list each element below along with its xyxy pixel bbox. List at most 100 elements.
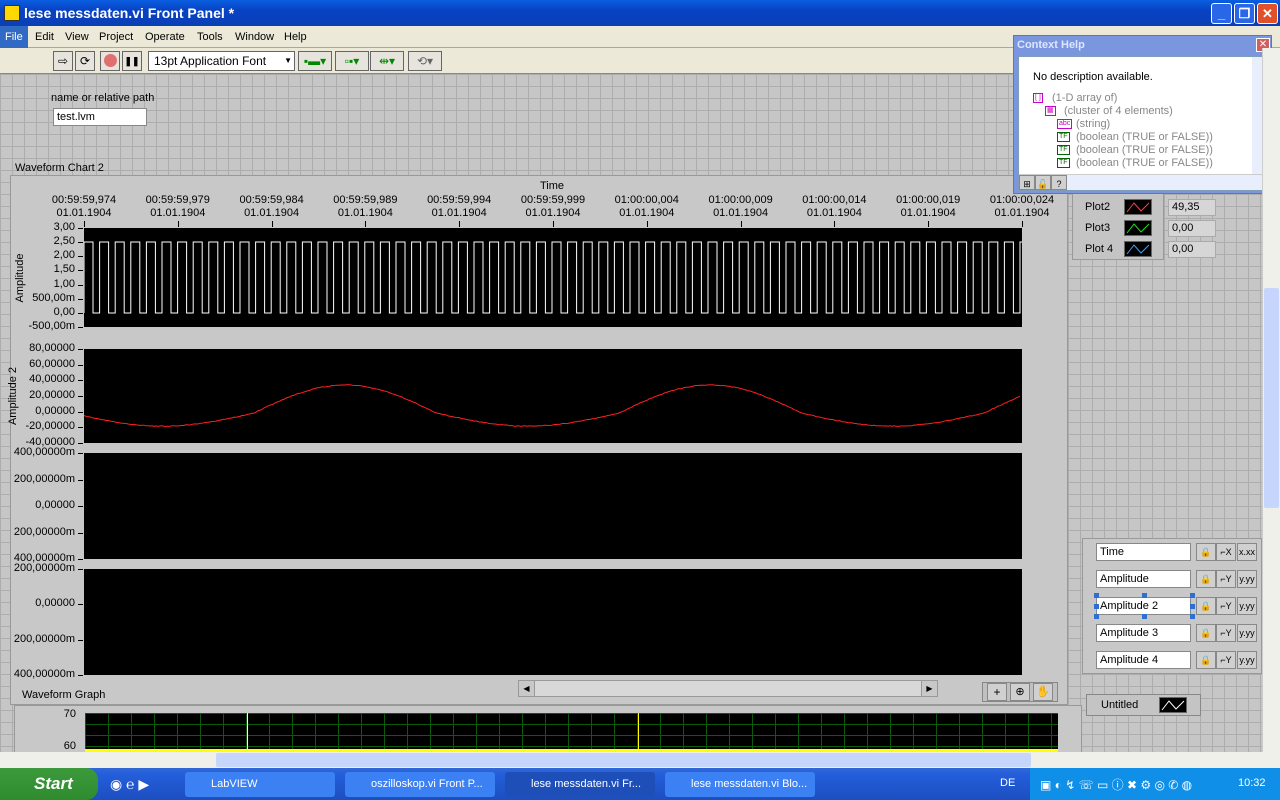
- scale-name-field[interactable]: Amplitude 3: [1096, 624, 1191, 642]
- path-input[interactable]: test.lvm: [53, 108, 147, 126]
- selection-handle: [1094, 593, 1099, 598]
- y-tick-mark: [78, 533, 83, 534]
- graph-cursor[interactable]: [247, 713, 248, 753]
- language-indicator[interactable]: DE: [1000, 777, 1015, 789]
- horizontal-scrollbar[interactable]: [0, 752, 1280, 768]
- x-tick-mark: [365, 221, 366, 227]
- quick-launch-icons[interactable]: ◉ ℮ ▶: [110, 776, 149, 793]
- scale-name-field[interactable]: Amplitude 4: [1096, 651, 1191, 669]
- help-icon[interactable]: ?: [1051, 175, 1067, 190]
- y-tick-label: 3,00: [5, 221, 75, 233]
- scale-lock-icon[interactable]: 🔒: [1196, 543, 1216, 561]
- start-button[interactable]: Start: [0, 768, 98, 800]
- menu-help[interactable]: Help: [279, 26, 312, 48]
- y-tick-label: 400,00000m: [5, 668, 75, 680]
- align-objects-button[interactable]: ▪▬▾: [298, 51, 332, 71]
- selection-handle: [1142, 593, 1147, 598]
- menu-edit[interactable]: Edit: [30, 26, 59, 48]
- menu-operate[interactable]: Operate: [140, 26, 190, 48]
- plot-value: 0,00: [1168, 241, 1216, 258]
- close-button[interactable]: ✕: [1257, 3, 1278, 24]
- run-button[interactable]: ⇨: [53, 51, 73, 71]
- scroll-left-button[interactable]: ◀: [519, 681, 535, 696]
- unlock-icon[interactable]: 🔓: [1035, 175, 1051, 190]
- y-tick-label: 2,50: [5, 235, 75, 247]
- lock-icon[interactable]: ⊞: [1019, 175, 1035, 190]
- autoscale-x-icon[interactable]: ⌐X: [1216, 543, 1236, 561]
- chart-scrollbar[interactable]: ◀ ▶: [518, 680, 938, 697]
- menu-view[interactable]: View: [60, 26, 94, 48]
- type-icon: ▦: [1045, 106, 1056, 116]
- menu-file[interactable]: File: [0, 26, 28, 48]
- minimize-button[interactable]: _: [1211, 3, 1232, 24]
- plot-swatch[interactable]: [1124, 241, 1152, 257]
- horizontal-scroll-thumb[interactable]: [216, 753, 1031, 767]
- x-tick-date: 01.01.1904: [227, 207, 317, 220]
- vertical-scroll-thumb[interactable]: [1264, 288, 1279, 508]
- task-oszilloskop[interactable]: oszilloskop.vi Front P...: [345, 772, 495, 797]
- plot-legend-name: Plot2: [1085, 201, 1110, 213]
- x-tick-mark: [553, 221, 554, 227]
- plot-swatch[interactable]: [1159, 697, 1187, 713]
- scale-lock-icon[interactable]: 🔒: [1196, 570, 1216, 588]
- format-button[interactable]: x.xx: [1237, 543, 1257, 561]
- x-tick-label: 00:59:59,979: [133, 194, 223, 207]
- abort-button[interactable]: [100, 51, 120, 71]
- menu-tools[interactable]: Tools: [192, 26, 228, 48]
- plot-area-4[interactable]: [84, 569, 1022, 675]
- plot-swatch[interactable]: [1124, 220, 1152, 236]
- graph-ytick: 70: [6, 708, 76, 720]
- plot-area-1[interactable]: [84, 228, 1022, 327]
- graph-palette: + ⊕ ✋: [982, 682, 1058, 702]
- graph-cursor[interactable]: [638, 713, 639, 753]
- format-button[interactable]: y.yy: [1237, 624, 1257, 642]
- task-lese-front[interactable]: lese messdaten.vi Fr...: [505, 772, 655, 797]
- distribute-objects-button[interactable]: ▫▪▾: [335, 51, 369, 71]
- x-tick-mark: [741, 221, 742, 227]
- tray-icons[interactable]: ▣ ◐ ↯ ☏ ▭ ⓘ ✖ ⚙ ◎ ✆ ◍: [1040, 776, 1192, 793]
- reorder-button[interactable]: ⟲▾: [408, 51, 442, 71]
- vertical-scrollbar[interactable]: [1262, 48, 1280, 752]
- graph-plot-area[interactable]: [85, 713, 1058, 753]
- font-select[interactable]: 13pt Application Font ▼: [148, 51, 295, 71]
- pan-tool-icon[interactable]: ✋: [1033, 683, 1053, 701]
- plot-area-3[interactable]: [84, 453, 1022, 559]
- scale-name-field[interactable]: Time: [1096, 543, 1191, 561]
- scroll-right-button[interactable]: ▶: [921, 681, 937, 696]
- format-button[interactable]: y.yy: [1237, 570, 1257, 588]
- selection-handle: [1190, 593, 1195, 598]
- plot-area-2[interactable]: [84, 349, 1022, 443]
- pause-button[interactable]: ❚❚: [122, 51, 142, 71]
- x-tick-date: 01.01.1904: [883, 207, 973, 220]
- plot-trace-1: [84, 242, 1022, 313]
- plot-swatch[interactable]: [1124, 199, 1152, 215]
- format-button[interactable]: y.yy: [1237, 597, 1257, 615]
- menu-window[interactable]: Window: [230, 26, 279, 48]
- autoscale-y-icon[interactable]: ⌐Y: [1216, 570, 1236, 588]
- format-button[interactable]: y.yy: [1237, 651, 1257, 669]
- task-lese-block[interactable]: lese messdaten.vi Blo...: [665, 772, 815, 797]
- scale-lock-icon[interactable]: 🔒: [1196, 624, 1216, 642]
- zoom-tool-icon[interactable]: ⊕: [1010, 683, 1030, 701]
- y-tick-mark: [78, 285, 83, 286]
- x-tick-mark: [1022, 221, 1023, 227]
- cursor-tool-icon[interactable]: +: [987, 683, 1007, 701]
- autoscale-y-icon[interactable]: ⌐Y: [1216, 597, 1236, 615]
- scale-lock-icon[interactable]: 🔒: [1196, 651, 1216, 669]
- x-tick-label: 00:59:59,994: [414, 194, 504, 207]
- autoscale-y-icon[interactable]: ⌐Y: [1216, 624, 1236, 642]
- y-tick-mark: [78, 349, 83, 350]
- plot-value: 49,35: [1168, 199, 1216, 216]
- run-continuously-button[interactable]: ⟳: [75, 51, 95, 71]
- resize-objects-button[interactable]: ⇹▾: [370, 51, 404, 71]
- scale-lock-icon[interactable]: 🔒: [1196, 597, 1216, 615]
- maximize-button[interactable]: ❐: [1234, 3, 1255, 24]
- scale-name-field[interactable]: Amplitude: [1096, 570, 1191, 588]
- scale-name-field[interactable]: Amplitude 2: [1096, 597, 1191, 615]
- task-labview[interactable]: LabVIEW: [185, 772, 335, 797]
- context-help-hscroll[interactable]: ⊞ 🔓 ?: [1019, 174, 1269, 190]
- autoscale-y-icon[interactable]: ⌐Y: [1216, 651, 1236, 669]
- graph-label: Waveform Graph: [22, 689, 105, 701]
- menu-project[interactable]: Project: [94, 26, 138, 48]
- x-tick-label: 01:00:00,004: [602, 194, 692, 207]
